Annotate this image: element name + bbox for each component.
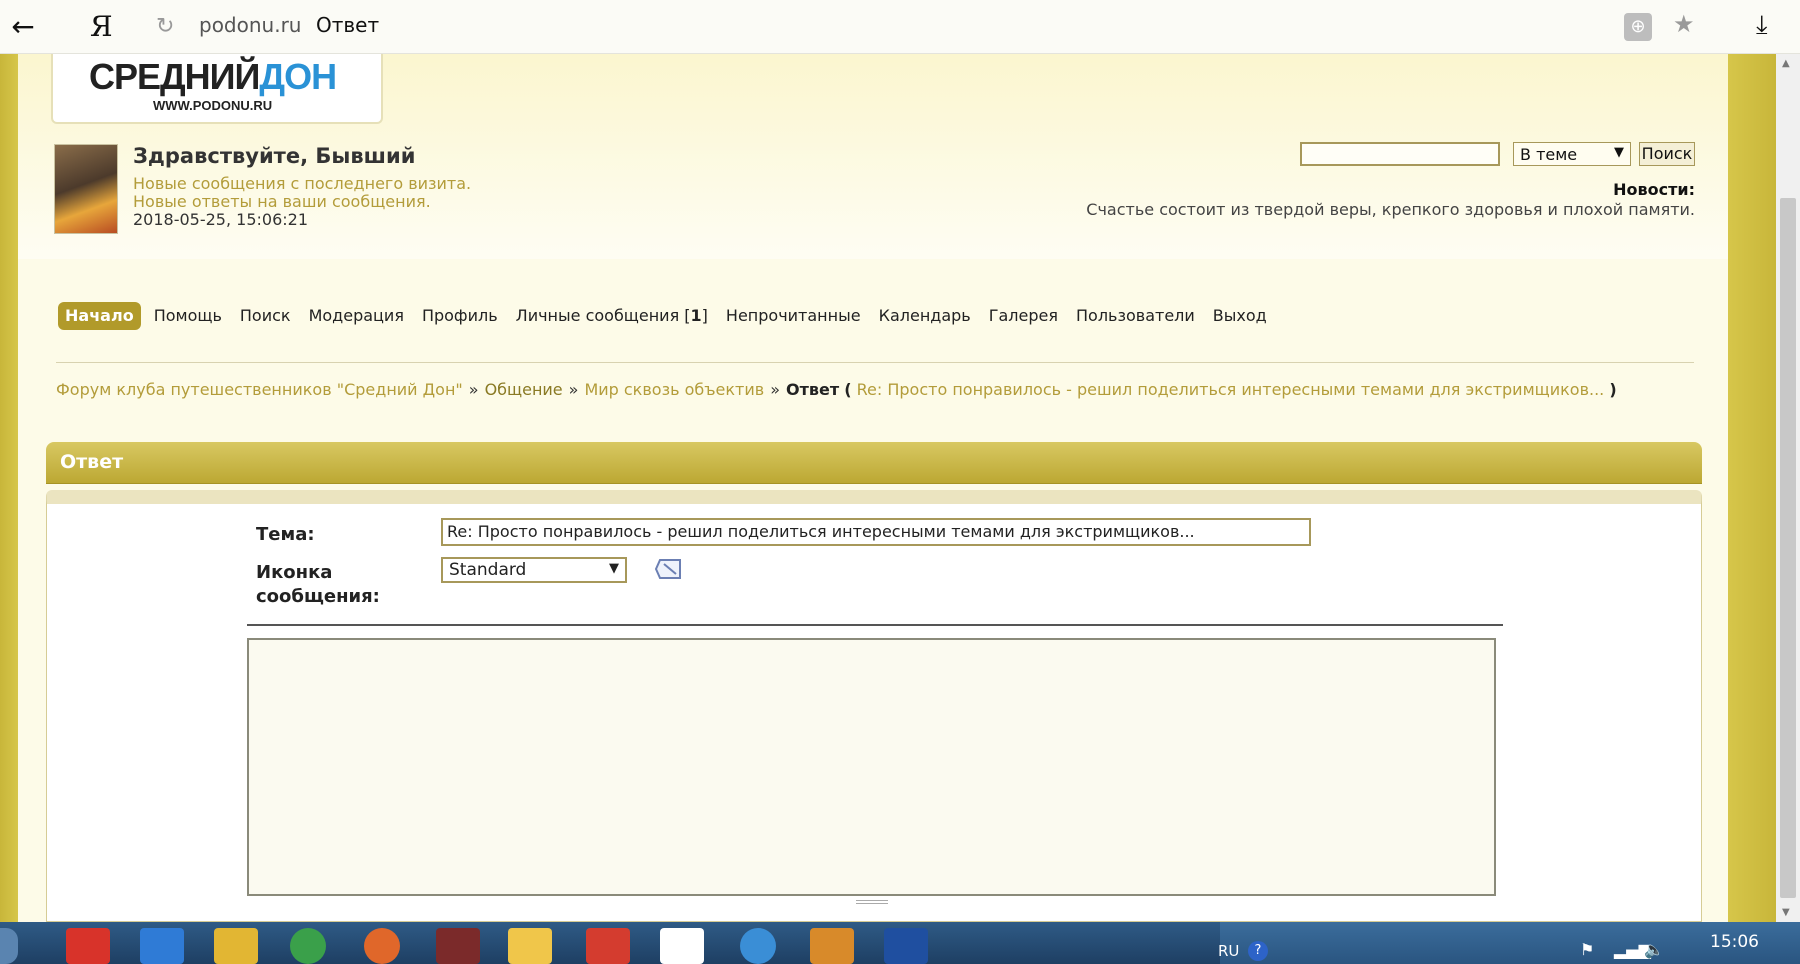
breadcrumb-topic[interactable]: Re: Просто понравилось - решил поделитьс… [857, 380, 1605, 399]
folder-icon[interactable] [508, 928, 552, 964]
flag-icon[interactable]: ⚑ [1580, 940, 1594, 959]
breadcrumb-separator: » [568, 380, 579, 399]
chrome-icon[interactable] [290, 928, 326, 964]
yandex-logo[interactable]: Я [90, 10, 113, 43]
breadcrumb-current: Ответ [786, 380, 840, 399]
forum-page: СРЕДНИЙДОН WWW.PODONU.RU Здравствуйте, Б… [0, 54, 1776, 922]
search-scope-select[interactable]: В теме ▼ [1513, 142, 1631, 166]
divider [56, 362, 1694, 363]
scroll-up-icon[interactable]: ▲ [1782, 58, 1790, 69]
news-text: Счастье состоит из твердой веры, крепког… [1086, 200, 1695, 219]
resize-handle[interactable] [856, 900, 888, 904]
help-icon[interactable]: ? [1248, 941, 1268, 961]
topic-label: Тема: [256, 524, 315, 545]
chevron-down-icon: ▼ [609, 561, 619, 576]
breadcrumb-paren: ( [844, 380, 852, 399]
breadcrumb-board[interactable]: Общение [485, 380, 563, 399]
yandex-browser-icon[interactable] [660, 928, 704, 964]
volume-icon[interactable]: 🔈 [1644, 940, 1664, 959]
menu-item-calendar[interactable]: Календарь [870, 302, 980, 330]
menu-item-home[interactable]: Начало [58, 302, 141, 330]
menu-item-help[interactable]: Помощь [145, 302, 231, 330]
start-icon[interactable] [0, 928, 18, 964]
camera-icon[interactable] [586, 928, 630, 964]
reply-panel-header: Ответ [46, 442, 1702, 484]
reload-icon[interactable]: ↻ [156, 14, 174, 39]
search-input[interactable] [1300, 142, 1500, 166]
breadcrumb: Форум клуба путешественников "Средний До… [56, 380, 1617, 399]
logo-text: СРЕДНИЙДОН [89, 56, 337, 97]
menu-item-profile[interactable]: Профиль [413, 302, 507, 330]
message-icon-select[interactable]: Standard ▼ [441, 557, 627, 583]
browser-toolbar: ← Я ↻ podonu.ru Ответ ⊕ ★ ⤓ [0, 0, 1800, 54]
site-logo[interactable]: СРЕДНИЙДОН WWW.PODONU.RU [51, 54, 383, 124]
menu-item-unread[interactable]: Непрочитанные [717, 302, 870, 330]
scroll-down-icon[interactable]: ▼ [1782, 907, 1790, 918]
main-menu: Начало Помощь Поиск Модерация Профиль Ли… [58, 302, 1276, 330]
user-greeting: Здравствуйте, Бывший [133, 144, 416, 168]
topic-input[interactable]: Re: Просто понравилось - решил поделитьс… [441, 518, 1311, 546]
app-icon[interactable] [214, 928, 258, 964]
message-icon-label: Иконка сообщения: [256, 562, 380, 607]
breadcrumb-forum[interactable]: Форум клуба путешественников "Средний До… [56, 380, 463, 399]
new-messages-link[interactable]: Новые сообщения с последнего визита. [133, 174, 471, 193]
clock[interactable]: 15:06 [1710, 932, 1759, 952]
winrar-icon[interactable] [436, 928, 480, 964]
breadcrumb-paren: ) [1609, 380, 1617, 399]
message-icon-value: Standard [449, 560, 527, 580]
menu-item-private-messages[interactable]: Личные сообщения [1] [507, 302, 717, 330]
breadcrumb-separator: » [770, 380, 780, 399]
message-textarea[interactable] [247, 638, 1496, 896]
back-arrow-icon[interactable]: ← [6, 10, 40, 44]
address-domain[interactable]: podonu.ru [199, 13, 301, 37]
network-icon[interactable] [740, 928, 776, 964]
scroll-thumb[interactable] [1780, 198, 1796, 898]
firefox-icon[interactable] [364, 928, 400, 964]
translate-icon[interactable]: ⊕ [1624, 13, 1652, 41]
current-time: 2018-05-25, 15:06:21 [133, 210, 309, 229]
editor-divider [247, 624, 1503, 626]
word-icon[interactable] [884, 928, 928, 964]
logo-url: WWW.PODONU.RU [153, 98, 273, 113]
menu-item-gallery[interactable]: Галерея [980, 302, 1067, 330]
search-scope-value: В теме [1520, 145, 1578, 164]
menu-item-logout[interactable]: Выход [1204, 302, 1276, 330]
new-replies-link[interactable]: Новые ответы на ваши сообщения. [133, 192, 431, 211]
taskbar: RU ? ⚑ ▂▄▆ 🔈 15:06 [0, 922, 1800, 964]
address-page-title[interactable]: Ответ [316, 13, 379, 37]
breadcrumb-subboard[interactable]: Мир сквозь объектив [584, 380, 764, 399]
panel-title: Ответ [60, 451, 124, 473]
avatar[interactable] [54, 144, 118, 234]
bookmark-star-icon[interactable]: ★ [1673, 10, 1695, 38]
news-label: Новости: [1613, 180, 1695, 199]
message-icon-preview [654, 559, 681, 579]
menu-item-search[interactable]: Поиск [231, 302, 300, 330]
page-scrollbar[interactable]: ▲ ▼ [1776, 54, 1800, 922]
ccleaner-icon[interactable] [66, 928, 110, 964]
breadcrumb-separator: » [468, 380, 479, 399]
search-button[interactable]: Поиск [1639, 142, 1695, 166]
chevron-down-icon: ▼ [1614, 145, 1624, 160]
pm-count: 1 [690, 306, 702, 325]
menu-item-members[interactable]: Пользователи [1067, 302, 1204, 330]
pm-label: Личные сообщения [ [515, 306, 691, 325]
eye-app-icon[interactable] [810, 928, 854, 964]
language-indicator[interactable]: RU [1218, 942, 1239, 960]
download-icon[interactable]: ⤓ [1756, 10, 1768, 41]
internet-explorer-icon[interactable] [140, 928, 184, 964]
pm-bracket: ] [701, 306, 708, 325]
menu-item-moderation[interactable]: Модерация [300, 302, 413, 330]
